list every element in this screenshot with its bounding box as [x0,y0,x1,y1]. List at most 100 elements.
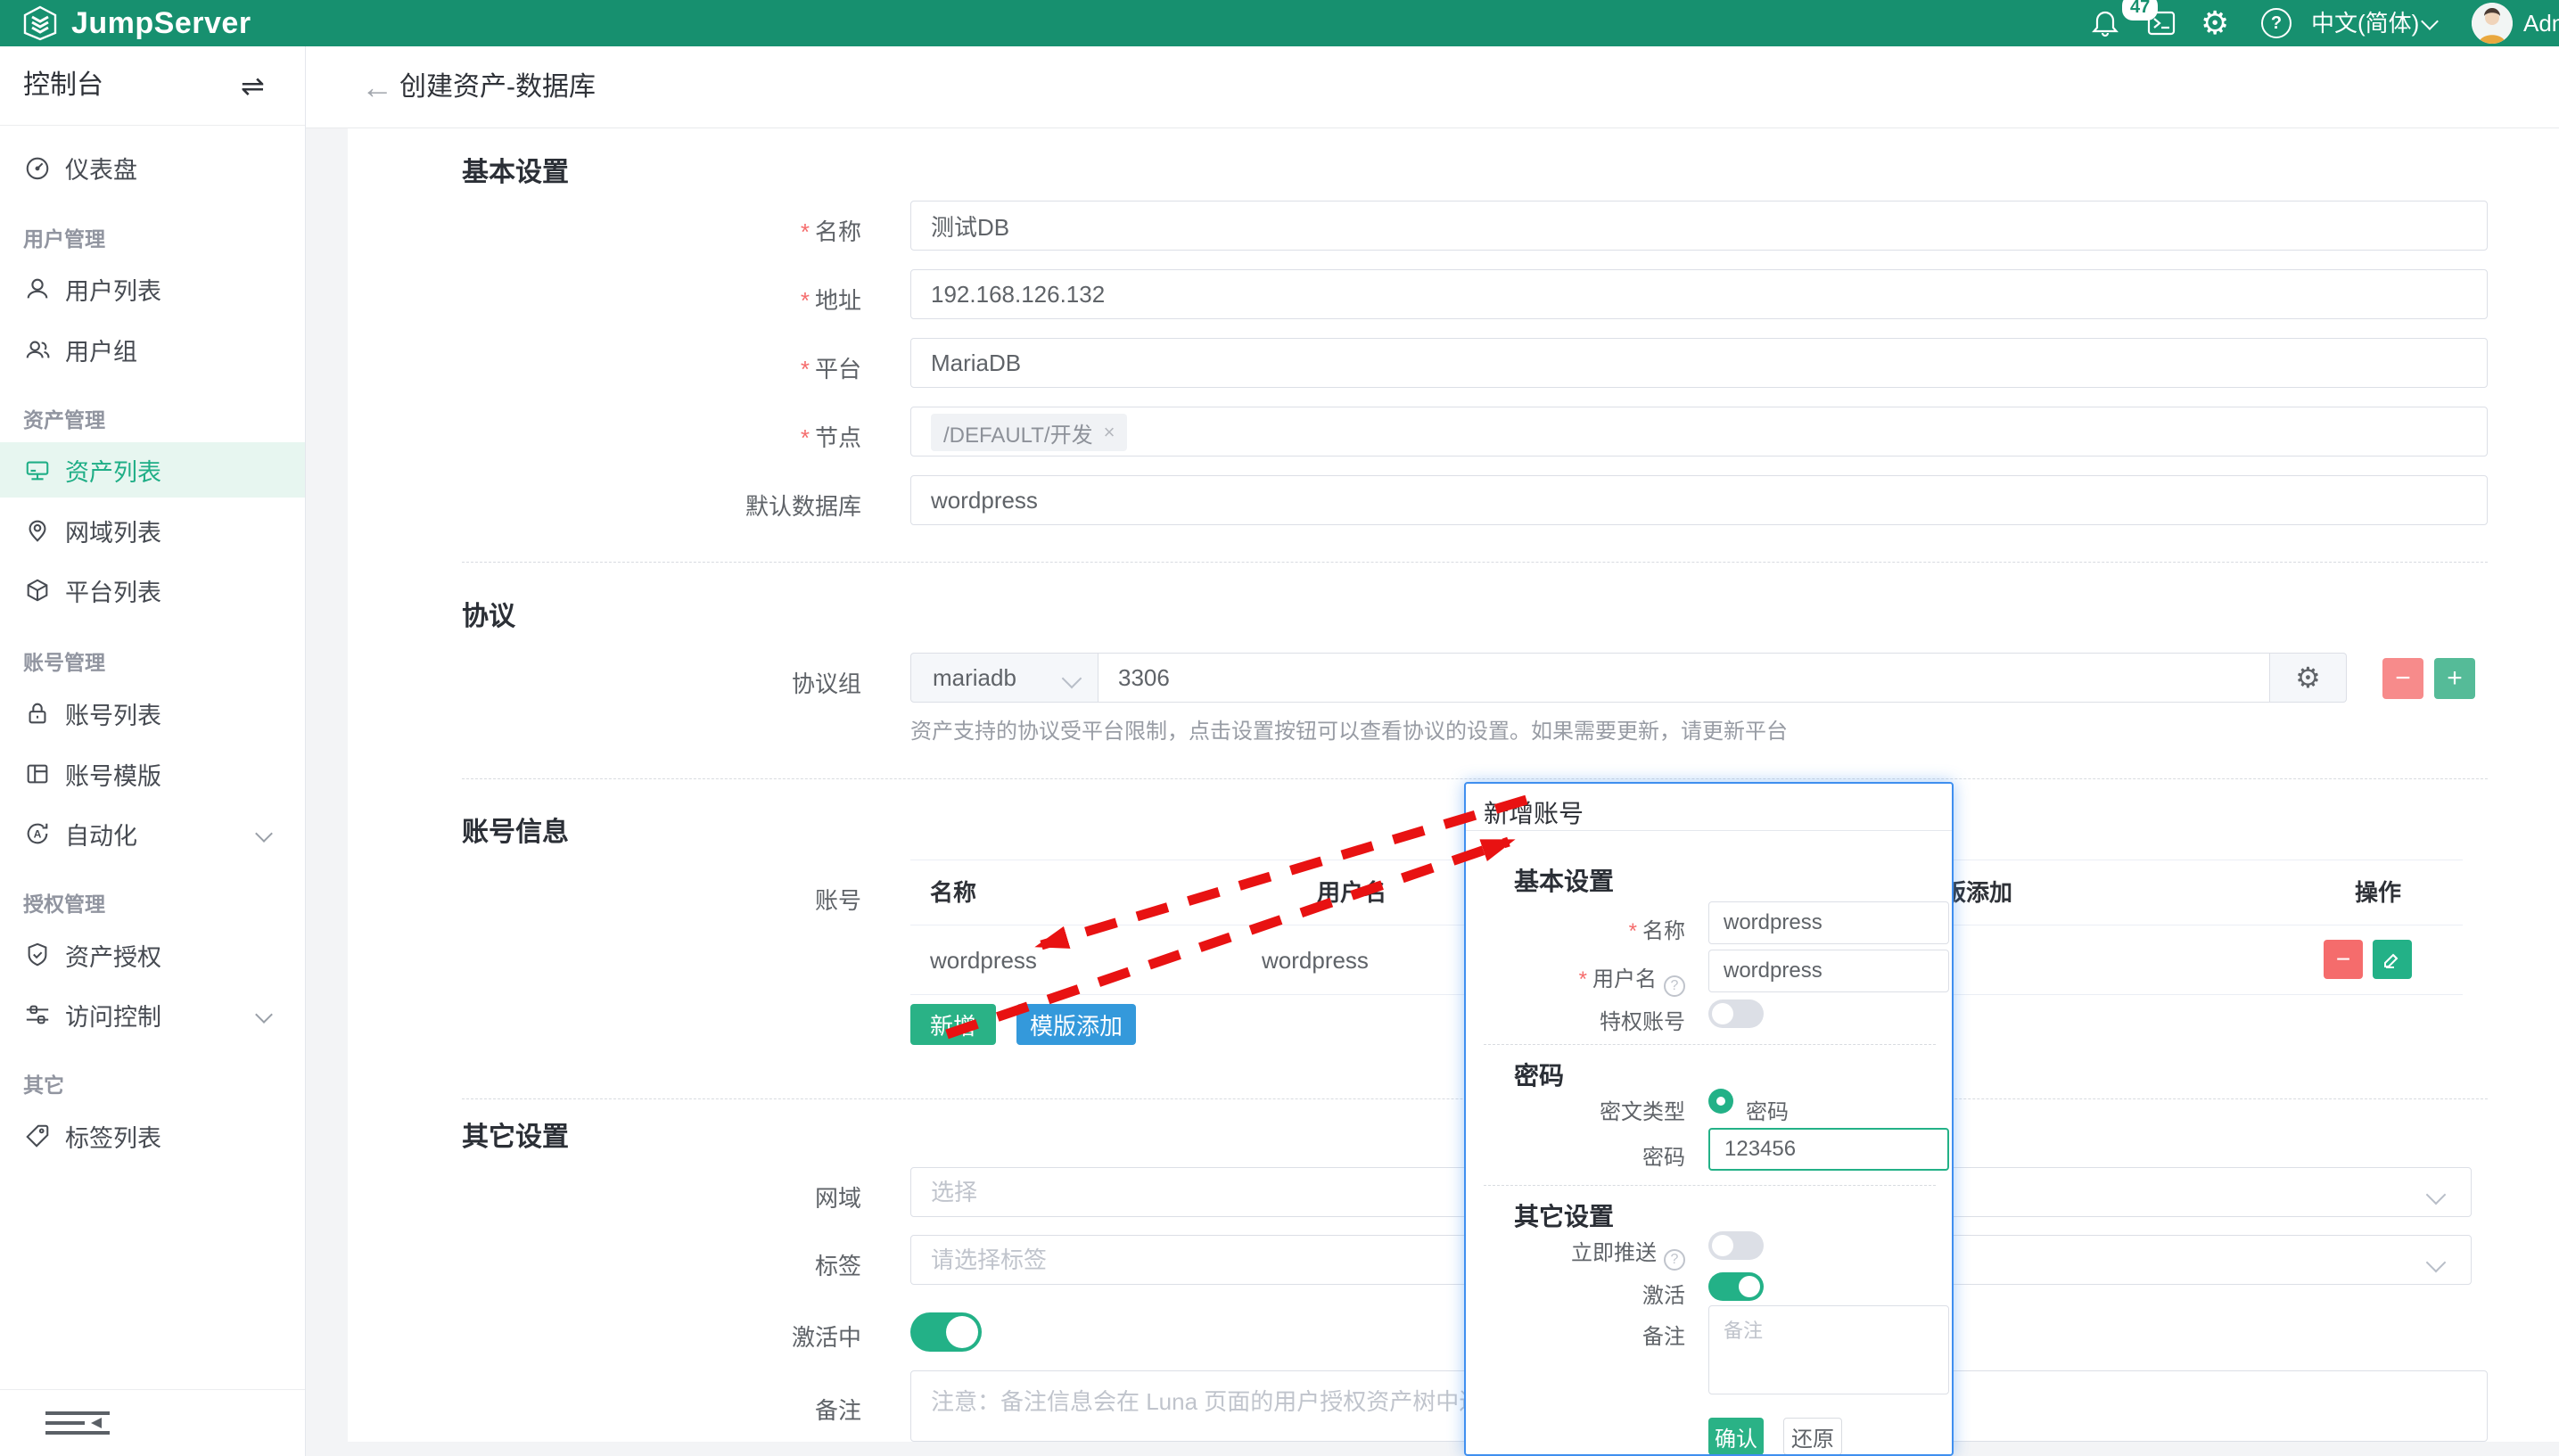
template-icon [23,760,52,788]
password-radio[interactable] [1708,1089,1733,1114]
column-actions: 操作 [2355,860,2401,925]
users-icon [23,335,52,364]
sidebar-item-user-groups[interactable]: 用户组 [0,322,305,377]
password-radio-label: 密码 [1746,1094,1789,1125]
page-title-bar: ← 创建资产-数据库 [305,46,2559,128]
modal-comment-label: 备注 [1480,1319,1685,1350]
modal-name-label: *名称 [1480,913,1685,944]
pencil-icon [2382,949,2403,970]
sidebar-item-label: 用户列表 [65,272,161,307]
protocol-settings-button[interactable]: ⚙ [2270,653,2347,703]
edit-account-button[interactable] [2373,940,2412,979]
settings-gear-icon[interactable]: ⚙ [2201,0,2229,46]
delete-account-button[interactable]: − [2324,940,2363,979]
modal-title-divider [1466,830,1952,831]
node-field[interactable]: /DEFAULT/开发 × [910,407,2488,457]
sidebar-section-accounts: 账号管理 [23,646,105,676]
sidebar-item-label: 资产列表 [65,453,161,488]
active-toggle[interactable] [910,1312,982,1352]
sidebar-item-domain-list[interactable]: 网域列表 [0,503,305,558]
collapse-sidebar-icon[interactable] [45,1410,111,1436]
add-from-template-button[interactable]: 模版添加 [1016,1004,1136,1045]
user-avatar[interactable] [2472,3,2513,44]
sidebar-item-tag-list[interactable]: 标签列表 [0,1108,305,1164]
jumpserver-logo-icon[interactable] [22,5,58,41]
sidebar-item-automation[interactable]: A 自动化 [0,806,305,861]
sidebar-item-label: 访问控制 [65,998,161,1032]
notification-badge[interactable]: 47 [2122,0,2158,21]
switch-view-icon[interactable]: ⇌ [241,46,265,125]
add-account-button[interactable]: 新增 [910,1004,996,1045]
protocol-select[interactable]: mariadb [910,653,1098,703]
sidebar-item-label: 账号模版 [65,757,161,792]
reset-button[interactable]: 还原 [1783,1418,1842,1455]
privileged-toggle[interactable] [1708,999,1764,1028]
back-arrow-icon[interactable]: ← [361,46,393,128]
sidebar-item-dashboard[interactable]: 仪表盘 [0,140,305,195]
address-input[interactable] [910,269,2488,319]
default-db-input[interactable] [910,475,2488,525]
comment-label: 备注 [594,1393,861,1426]
sidebar-item-user-list[interactable]: 用户列表 [0,261,305,317]
sidebar-item-asset-perms[interactable]: 资产授权 [0,927,305,983]
chevron-down-icon [1062,669,1082,689]
lock-icon [23,699,52,728]
section-heading-accounts: 账号信息 [462,810,569,849]
modal-section-secret: 密码 [1514,1057,1564,1092]
sidebar-header: 控制台 ⇌ [0,46,305,126]
help-circle-icon: ? [1664,1249,1685,1271]
modal-password-input[interactable] [1708,1128,1949,1171]
sidebar-item-label: 网域列表 [65,514,161,548]
node-tag-chip[interactable]: /DEFAULT/开发 × [931,414,1127,451]
help-icon[interactable]: ? [2261,0,2292,46]
sidebar-item-access-control[interactable]: 访问控制 [0,987,305,1042]
protocol-port-input[interactable] [1098,653,2270,703]
modal-comment-textarea[interactable] [1708,1305,1949,1394]
automation-icon: A [23,819,52,848]
account-name-cell: wordpress [930,925,1037,995]
platform-input[interactable] [910,338,2488,388]
language-selector[interactable]: 中文(简体) [2311,0,2419,46]
sidebar: 控制台 ⇌ 仪表盘 用户管理 用户列表 用户组 [0,46,306,1456]
modal-section-other: 其它设置 [1514,1197,1614,1233]
sidebar-item-platform-list[interactable]: 平台列表 [0,563,305,618]
add-account-modal: 新增账号 基本设置 *名称 *用户名? 特权账号 密码 密文类型 密码 密码 其… [1464,782,1954,1456]
default-db-label: 默认数据库 [594,489,861,522]
sidebar-item-asset-list[interactable]: 资产列表 [0,442,305,498]
chevron-down-icon [255,825,273,843]
modal-privileged-label: 特权账号 [1480,1004,1685,1035]
language-caret-icon [2423,15,2436,32]
name-input[interactable] [910,201,2488,251]
sidebar-section-assets: 资产管理 [23,403,105,433]
platform-label: *平台 [594,351,861,384]
top-header: JumpServer 47 ⚙ ? 中文(简体) [0,0,2559,46]
push-now-toggle[interactable] [1708,1231,1764,1260]
brand-title: JumpServer [71,0,251,46]
add-protocol-button[interactable]: + [2434,658,2475,699]
user-icon [23,275,52,303]
page-title: 创建资产-数据库 [399,46,596,128]
remove-protocol-button[interactable]: − [2382,658,2423,699]
modal-username-input[interactable] [1708,950,1949,992]
modal-name-input[interactable] [1708,901,1949,944]
sidebar-item-account-list[interactable]: 账号列表 [0,686,305,741]
sidebar-title: 控制台 [23,46,103,125]
column-name: 名称 [930,860,976,925]
sliders-icon [23,1000,52,1029]
sidebar-item-label: 账号列表 [65,696,161,731]
shield-check-icon [23,941,52,969]
sidebar-item-account-templates[interactable]: 账号模版 [0,746,305,802]
push-now-label: 立即推送? [1480,1235,1685,1271]
sidebar-item-label: 资产授权 [65,938,161,973]
sidebar-item-label: 平台列表 [65,573,161,608]
username-text[interactable]: Adm [2523,0,2559,46]
confirm-button[interactable]: 确认 [1708,1418,1764,1455]
modal-active-toggle[interactable] [1708,1272,1764,1301]
accounts-field-label: 账号 [594,883,861,916]
sidebar-item-label: 标签列表 [65,1119,161,1154]
address-label: *地址 [594,283,861,316]
notification-bell-icon[interactable] [2092,0,2119,46]
sidebar-section-other: 其它 [23,1068,64,1098]
remove-tag-icon[interactable]: × [1104,421,1115,444]
modal-section-basic: 基本设置 [1514,862,1614,898]
